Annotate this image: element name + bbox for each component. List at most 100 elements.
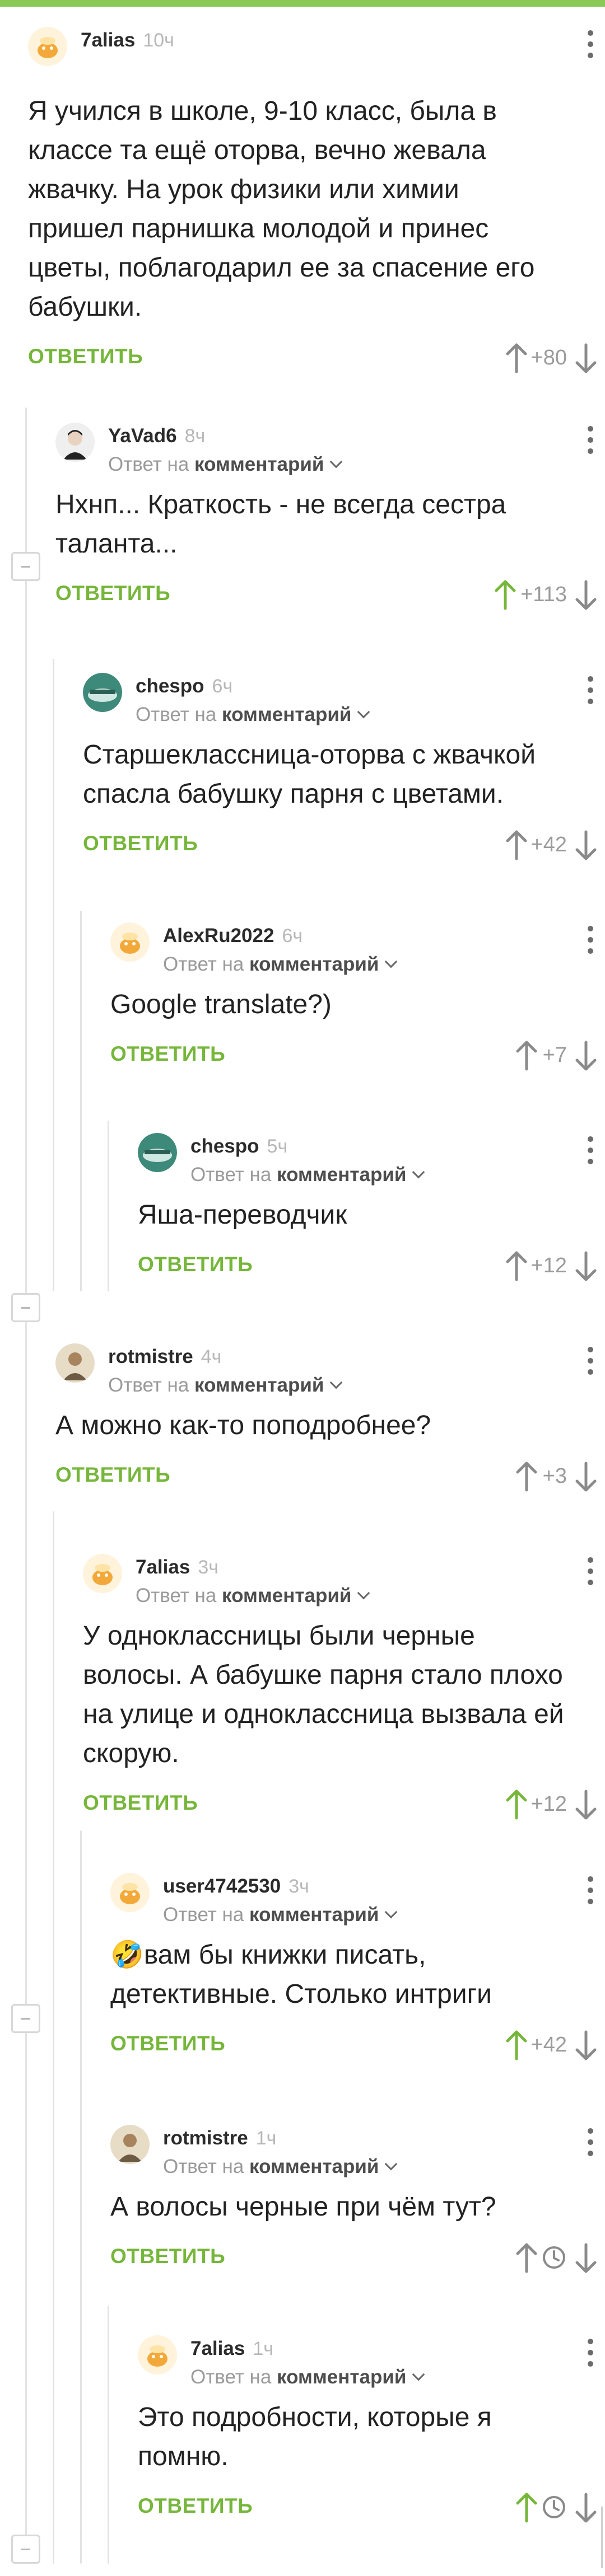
vote-score: +7 bbox=[542, 1043, 567, 1067]
upvote-icon[interactable] bbox=[493, 579, 518, 611]
chevron-down-icon bbox=[330, 455, 343, 469]
more-options-icon[interactable] bbox=[587, 676, 594, 710]
comment-text: Нхнп... Краткость - не всегда сестра тал… bbox=[55, 490, 506, 559]
reply-to-link[interactable]: Ответ на комментарий bbox=[163, 1904, 398, 1926]
collapse-thread-button[interactable] bbox=[11, 2004, 40, 2033]
author-name[interactable]: 7alias 10ч bbox=[81, 29, 174, 51]
upvote-icon[interactable] bbox=[514, 1461, 539, 1492]
avatar[interactable] bbox=[83, 673, 122, 712]
reply-to-link[interactable]: Ответ на комментарий bbox=[190, 2366, 425, 2388]
reply-button[interactable]: ОТВЕТИТЬ bbox=[110, 2032, 225, 2055]
downvote-icon[interactable] bbox=[574, 1040, 598, 1071]
reply-button[interactable]: ОТВЕТИТЬ bbox=[28, 345, 143, 368]
avatar[interactable] bbox=[110, 2125, 150, 2164]
reply-button[interactable]: ОТВЕТИТЬ bbox=[138, 2494, 253, 2518]
reply-button[interactable]: ОТВЕТИТЬ bbox=[138, 1253, 253, 1276]
downvote-icon[interactable] bbox=[574, 579, 598, 611]
thread-line-level-4 bbox=[108, 1121, 109, 1291]
more-options-icon[interactable] bbox=[587, 1876, 594, 1910]
collapse-thread-button[interactable] bbox=[11, 1293, 40, 1322]
collapse-thread-button[interactable] bbox=[11, 552, 40, 581]
comment-text: Старшеклассница-оторва с жвачкой спасла … bbox=[83, 740, 536, 809]
downvote-icon[interactable] bbox=[574, 2492, 598, 2523]
more-options-icon[interactable] bbox=[587, 1347, 594, 1380]
author-name[interactable]: chespo 5ч bbox=[190, 1135, 287, 1158]
author-name[interactable]: rotmistre 4ч bbox=[108, 1346, 221, 1368]
reply-button[interactable]: ОТВЕТИТЬ bbox=[83, 1791, 198, 1815]
upvote-icon[interactable] bbox=[504, 2030, 529, 2061]
comment: user4742530 3ч Ответ на комментарий 🤣вам … bbox=[110, 1873, 605, 2067]
comment-time: 6ч bbox=[282, 925, 303, 947]
comment: 7alias 1ч Ответ на комментарий Это подроб… bbox=[138, 2335, 605, 2529]
comment-time: 3ч bbox=[288, 1876, 309, 1897]
upvote-icon[interactable] bbox=[514, 2242, 539, 2274]
downvote-icon[interactable] bbox=[574, 1461, 598, 1492]
avatar[interactable] bbox=[138, 2335, 177, 2374]
comment-time: 4ч bbox=[201, 1346, 222, 1367]
reply-button[interactable]: ОТВЕТИТЬ bbox=[55, 1463, 170, 1487]
downvote-icon[interactable] bbox=[574, 830, 598, 861]
upvote-icon[interactable] bbox=[514, 1040, 539, 1071]
reply-to-link[interactable]: Ответ на комментарий bbox=[163, 953, 398, 976]
downvote-icon[interactable] bbox=[574, 1789, 598, 1820]
upvote-icon[interactable] bbox=[504, 1789, 529, 1820]
chevron-down-icon bbox=[330, 1376, 343, 1389]
chevron-down-icon bbox=[385, 2157, 398, 2171]
upvote-icon[interactable] bbox=[504, 1250, 529, 1282]
author-name[interactable]: AlexRu2022 6ч bbox=[163, 925, 302, 947]
author-name[interactable]: rotmistre 1ч bbox=[163, 2127, 276, 2149]
comment: rotmistre 1ч Ответ на комментарий А волос… bbox=[110, 2125, 605, 2279]
author-name[interactable]: YaVad6 8ч bbox=[108, 425, 205, 447]
reply-to-link[interactable]: Ответ на комментарий bbox=[108, 453, 343, 476]
downvote-icon[interactable] bbox=[574, 1250, 598, 1282]
author-name[interactable]: chespo 6ч bbox=[136, 675, 232, 697]
reply-button[interactable]: ОТВЕТИТЬ bbox=[110, 1042, 225, 1066]
more-options-icon[interactable] bbox=[587, 926, 594, 959]
reply-to-link[interactable]: Ответ на комментарий bbox=[108, 1374, 343, 1397]
chevron-down-icon bbox=[357, 705, 370, 719]
avatar[interactable] bbox=[110, 922, 150, 962]
downvote-icon[interactable] bbox=[574, 343, 598, 374]
vote-score: +12 bbox=[530, 1254, 567, 1277]
reply-button[interactable]: ОТВЕТИТЬ bbox=[55, 582, 170, 605]
reply-button[interactable]: ОТВЕТИТЬ bbox=[110, 2245, 225, 2268]
vote-score: +113 bbox=[520, 583, 567, 606]
reply-to-link[interactable]: Ответ на комментарий bbox=[136, 704, 370, 726]
upvote-icon[interactable] bbox=[504, 343, 529, 374]
scrollbar[interactable] bbox=[601, 2507, 603, 2568]
comment: AlexRu2022 6ч Ответ на комментарий Google… bbox=[110, 922, 605, 1077]
more-options-icon[interactable] bbox=[587, 2339, 594, 2372]
more-options-icon[interactable] bbox=[587, 1557, 594, 1591]
thread-line-level-4b bbox=[108, 2306, 109, 2564]
more-options-icon[interactable] bbox=[587, 30, 594, 64]
clock-icon bbox=[542, 2246, 566, 2269]
reply-to-link[interactable]: Ответ на комментарий bbox=[190, 1164, 425, 1186]
reply-to-link[interactable]: Ответ на комментарий bbox=[163, 2156, 398, 2178]
more-options-icon[interactable] bbox=[587, 426, 594, 460]
avatar[interactable] bbox=[83, 1554, 122, 1593]
comment-time: 8ч bbox=[184, 425, 206, 447]
downvote-icon[interactable] bbox=[574, 2030, 598, 2061]
author-name[interactable]: user4742530 3ч bbox=[163, 1875, 309, 1898]
more-options-icon[interactable] bbox=[587, 2128, 594, 2162]
vote-score: +42 bbox=[530, 2033, 567, 2057]
avatar[interactable] bbox=[55, 423, 95, 462]
comment-time: 3ч bbox=[198, 1557, 218, 1578]
comment: chespo 6ч Ответ на комментарий Старшеклас… bbox=[83, 673, 605, 867]
avatar[interactable] bbox=[55, 1343, 95, 1383]
collapse-thread-button[interactable] bbox=[11, 2535, 40, 2564]
comment: chespo 5ч Ответ на комментарий Яша-перево… bbox=[138, 1133, 605, 1287]
author-name[interactable]: 7alias 1ч bbox=[190, 2338, 273, 2360]
vote-score: +12 bbox=[530, 1792, 567, 1816]
avatar[interactable] bbox=[28, 27, 67, 66]
upvote-icon[interactable] bbox=[514, 2492, 539, 2523]
more-options-icon[interactable] bbox=[587, 1136, 594, 1170]
top-accent-bar bbox=[0, 0, 605, 7]
downvote-icon[interactable] bbox=[574, 2242, 598, 2274]
avatar[interactable] bbox=[110, 1873, 150, 1912]
reply-button[interactable]: ОТВЕТИТЬ bbox=[83, 832, 198, 855]
avatar[interactable] bbox=[138, 1133, 177, 1172]
author-name[interactable]: 7alias 3ч bbox=[136, 1556, 218, 1579]
upvote-icon[interactable] bbox=[504, 830, 529, 861]
reply-to-link[interactable]: Ответ на комментарий bbox=[136, 1585, 370, 1607]
